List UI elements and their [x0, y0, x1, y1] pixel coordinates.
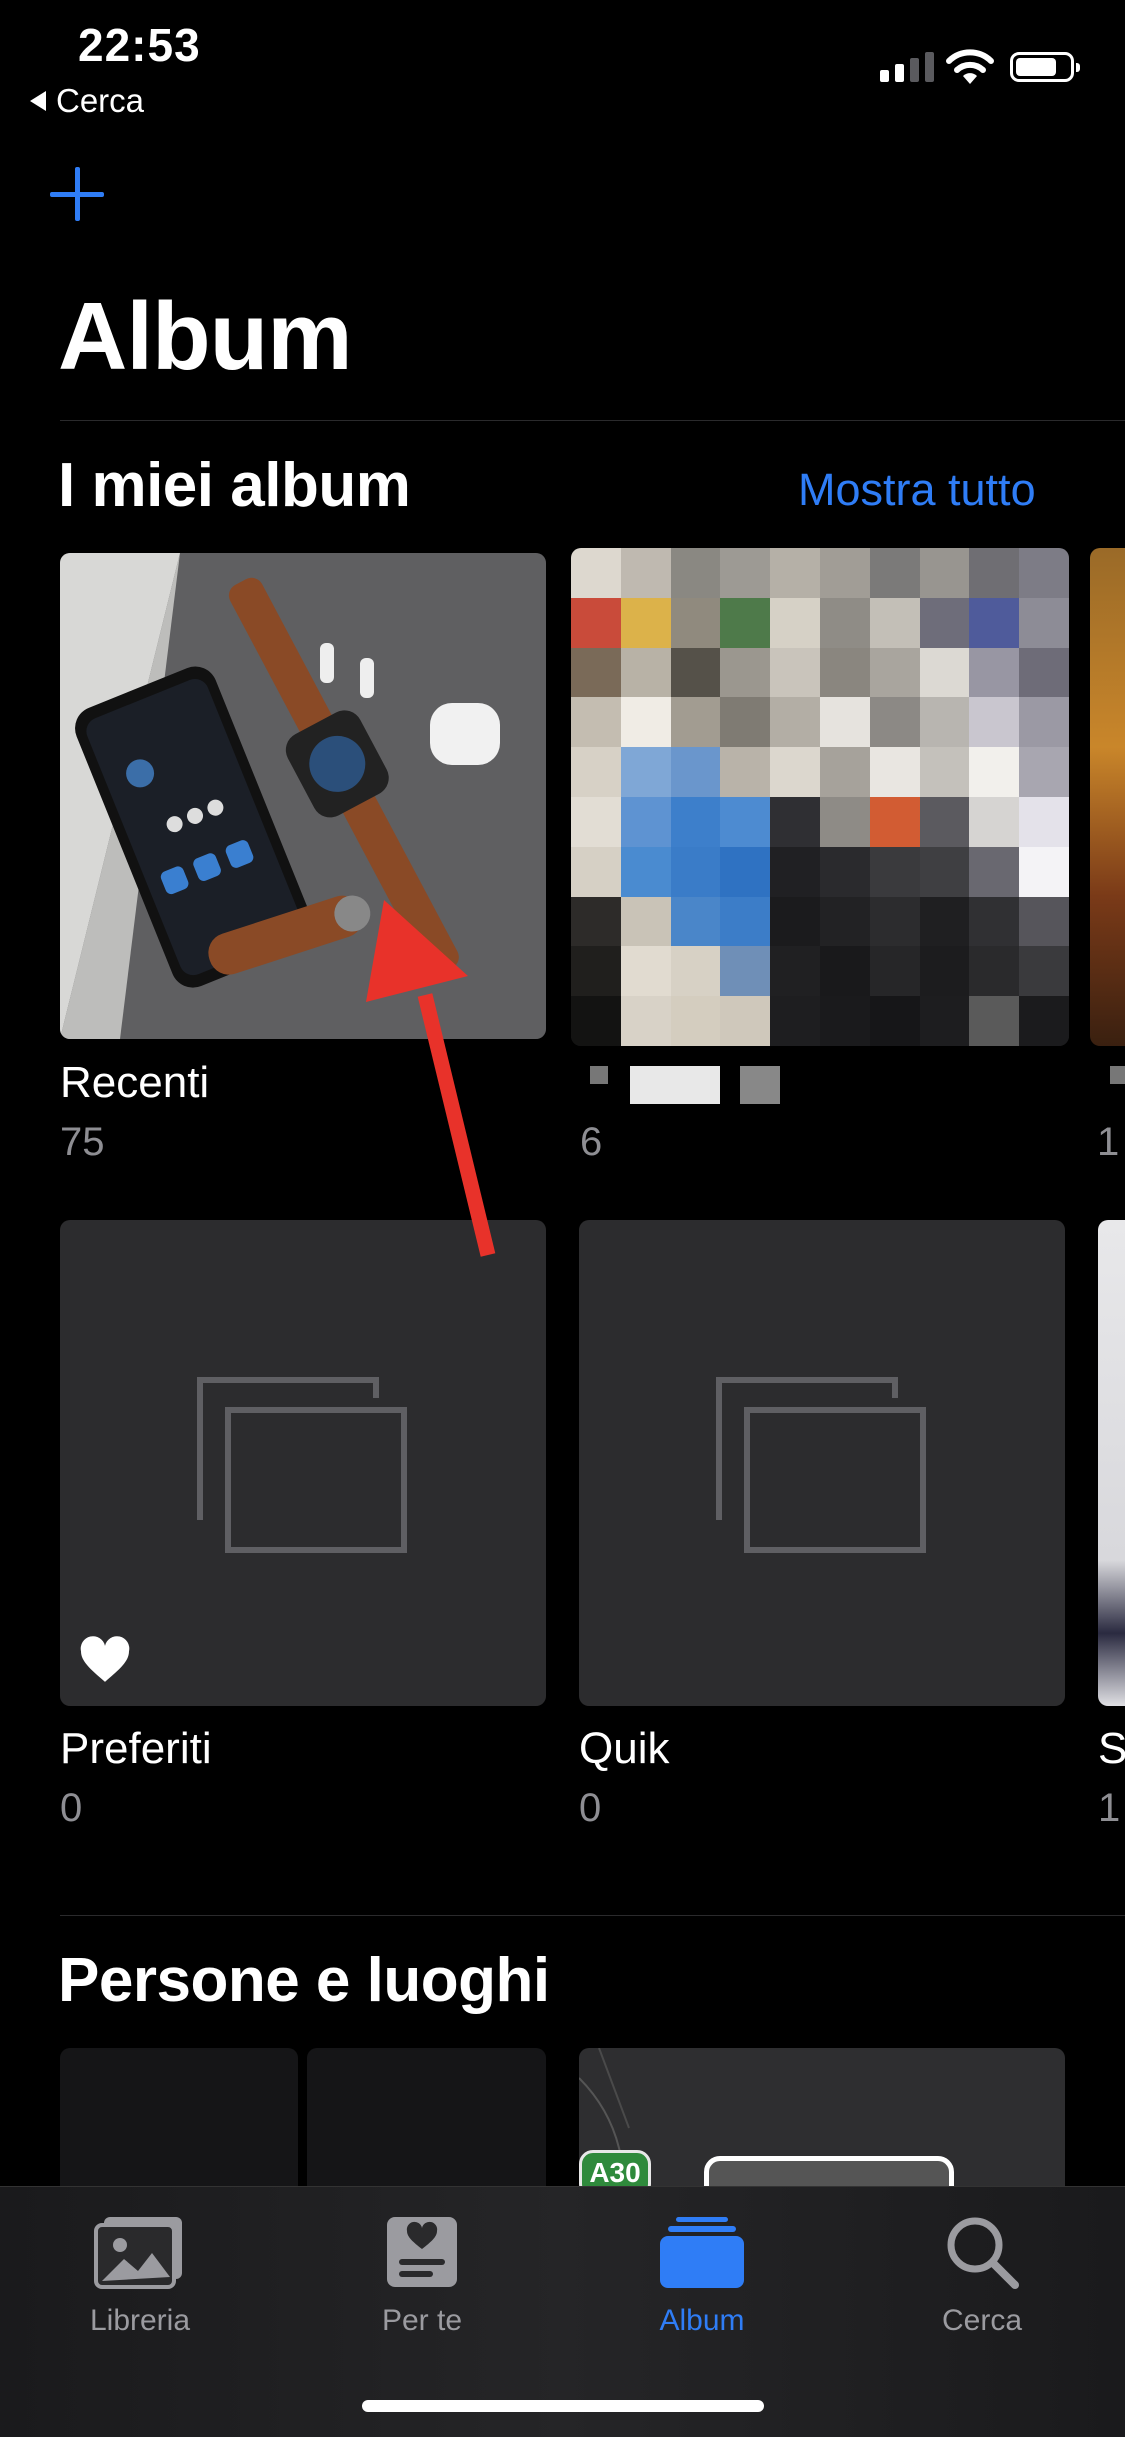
album-count: 75 [60, 1120, 105, 1164]
people-tile[interactable] [60, 2048, 298, 2208]
album-thumbnail-quik[interactable] [579, 1220, 1065, 1706]
tab-label: Cerca [941, 2304, 1023, 2337]
divider [60, 420, 1125, 421]
divider [60, 1915, 1125, 1916]
home-indicator[interactable] [362, 2400, 764, 2412]
heart-icon [80, 1636, 130, 1682]
back-label: Cerca [56, 82, 145, 119]
album-count: 0 [60, 1786, 83, 1830]
red-annotation-arrow [366, 900, 496, 1257]
back-to-app-link[interactable]: Cerca [30, 82, 144, 120]
album-count: 1 [1098, 1786, 1121, 1830]
photo-library-icon [94, 2217, 182, 2289]
album-name-redacted [1110, 1066, 1125, 1084]
tab-label: Libreria [89, 2304, 191, 2337]
search-icon [947, 2217, 1019, 2289]
album-count: 6 [580, 1120, 603, 1164]
album-name: Quik [579, 1724, 670, 1773]
album-thumbnail-favorites[interactable] [60, 1220, 546, 1706]
page-title: Album [58, 283, 353, 390]
empty-album-icon [197, 1377, 407, 1553]
battery-icon [1010, 52, 1080, 82]
add-album-button[interactable] [48, 165, 108, 225]
tab-library[interactable]: Libreria [40, 2215, 240, 2338]
album-name: S [1098, 1724, 1125, 1773]
album-stack-icon [660, 2217, 744, 2288]
album-thumbnail-partial[interactable] [1090, 548, 1125, 1046]
album-thumbnail-partial[interactable] [1098, 1220, 1125, 1706]
album-name: Recenti [60, 1058, 210, 1107]
tab-label: Album [659, 2304, 745, 2337]
people-places-title: Persone e luoghi [58, 1946, 550, 2015]
empty-album-icon [716, 1377, 926, 1553]
tab-album[interactable]: Album [602, 2215, 802, 2338]
tab-search[interactable]: Cerca [882, 2215, 1082, 2338]
for-you-icon [387, 2217, 457, 2287]
wifi-icon [946, 49, 994, 84]
album-name: Preferiti [60, 1724, 212, 1773]
people-tile[interactable] [307, 2048, 546, 2208]
album-count: 0 [579, 1786, 602, 1830]
status-time: 22:53 [78, 19, 201, 71]
places-map-tile[interactable]: A30 [579, 2048, 1065, 2208]
my-albums-title: I miei album [58, 451, 411, 520]
album-count: 1 [1097, 1120, 1120, 1164]
tab-label: Per te [381, 2304, 463, 2337]
tab-for-you[interactable]: Per te [322, 2215, 522, 2338]
back-arrow-icon [30, 91, 46, 111]
show-all-link[interactable]: Mostra tutto [798, 464, 1036, 516]
cellular-signal-icon [880, 52, 934, 82]
album-thumbnail-pixelated[interactable] [571, 548, 1069, 1046]
album-name-redacted [590, 1066, 790, 1106]
